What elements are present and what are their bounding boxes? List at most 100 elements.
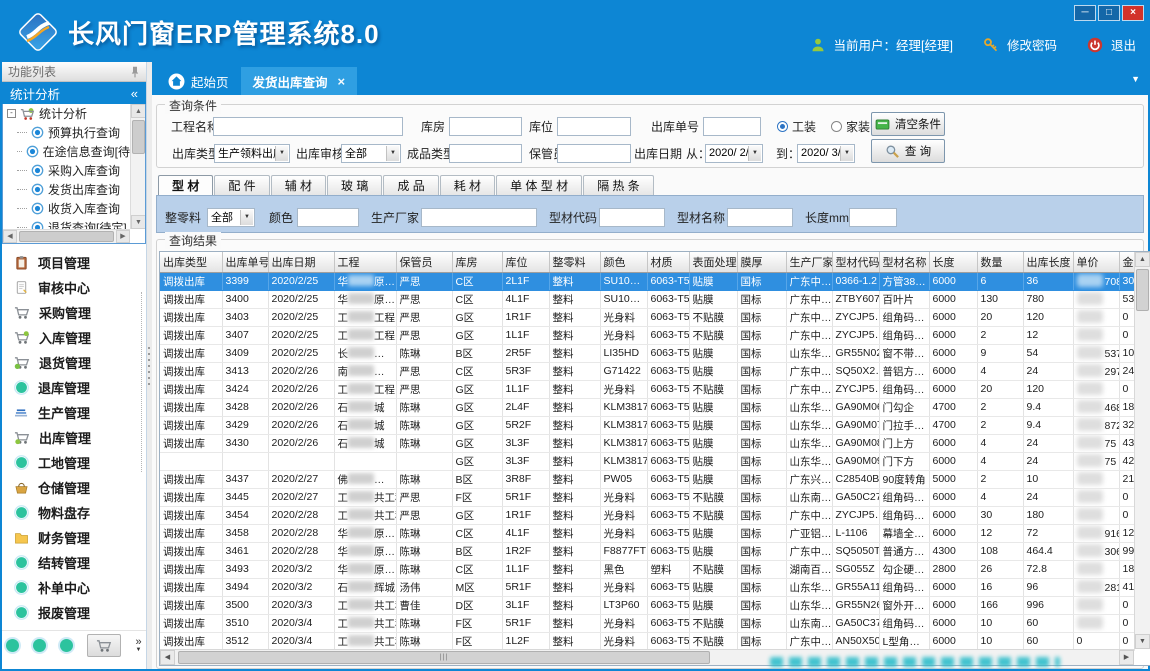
profile-code-input[interactable] [599, 208, 665, 227]
table-row[interactable]: 调拨出库33992020/2/25华原…严思C区2L1F整料SU10…6063-… [160, 272, 1134, 290]
cell[interactable]: 国标 [737, 290, 786, 308]
cell[interactable]: 曹佳 [396, 596, 452, 614]
cell[interactable]: 4700 [929, 398, 977, 416]
cell[interactable]: 国标 [737, 326, 786, 344]
cell[interactable]: 6063-T5 [647, 398, 689, 416]
column-header[interactable]: 出库单号 [222, 252, 268, 272]
cell[interactable]: 2020/2/28 [268, 542, 334, 560]
cell[interactable]: 贴膜 [689, 578, 737, 596]
cell[interactable]: 国标 [737, 596, 786, 614]
cell[interactable]: 整料 [549, 488, 600, 506]
cell[interactable]: 2020/2/27 [268, 488, 334, 506]
project-name-input[interactable] [213, 117, 403, 136]
cell[interactable]: 广东中… [786, 506, 832, 524]
sidebar-module-cart-return[interactable]: 退货管理 [2, 350, 140, 375]
cell[interactable]: 6063-T5 [647, 362, 689, 380]
cell[interactable] [222, 452, 268, 470]
cell[interactable]: 门勾企 [879, 398, 929, 416]
clear-conditions-button[interactable]: 清空条件 [871, 112, 945, 136]
cell[interactable]: 国标 [737, 272, 786, 290]
cell[interactable]: 60 [1023, 632, 1073, 650]
scroll-up-icon[interactable]: ▲ [131, 104, 146, 118]
cell[interactable]: 439 [1119, 434, 1134, 452]
cell[interactable]: 湖南百… [786, 560, 832, 578]
scroll-thumb[interactable]: ||| [178, 651, 710, 664]
cell[interactable]: 2020/3/4 [268, 614, 334, 632]
cell[interactable]: 6063-T5 [647, 344, 689, 362]
cell[interactable]: 872 [1073, 416, 1119, 434]
material-tab-5[interactable]: 耗 材 [440, 175, 495, 195]
cell[interactable] [334, 452, 396, 470]
cell[interactable]: 贴膜 [689, 542, 737, 560]
cell[interactable]: 不贴膜 [689, 488, 737, 506]
search-button[interactable]: 查 询 [871, 139, 945, 163]
cell[interactable]: C区 [452, 560, 502, 578]
cell[interactable]: 华原… [334, 290, 396, 308]
cell[interactable]: 陈琳 [396, 542, 452, 560]
cell[interactable]: 国标 [737, 506, 786, 524]
cell[interactable]: 工工程 [334, 380, 396, 398]
pin-icon[interactable] [130, 66, 140, 78]
cell[interactable]: 3445 [222, 488, 268, 506]
cell[interactable]: 3424 [222, 380, 268, 398]
cell[interactable]: PW05 [600, 470, 647, 488]
cell[interactable]: 山东华… [786, 344, 832, 362]
cell[interactable]: 贴膜 [689, 452, 737, 470]
cell[interactable]: 国标 [737, 524, 786, 542]
cell[interactable]: 30 [977, 506, 1023, 524]
cell[interactable]: 10 [1023, 470, 1073, 488]
cell[interactable]: 6000 [929, 578, 977, 596]
cell[interactable]: 普通方… [879, 542, 929, 560]
cell[interactable]: 1L2F [502, 632, 549, 650]
cell[interactable]: 537 [1073, 344, 1119, 362]
cell[interactable]: 调拨出库 [160, 560, 222, 578]
cell[interactable]: 3400 [222, 290, 268, 308]
cell[interactable]: AN50X50X2 [832, 632, 879, 650]
cell[interactable]: 9.4 [1023, 416, 1073, 434]
cell[interactable]: 2020/2/26 [268, 398, 334, 416]
cell[interactable]: 3461 [222, 542, 268, 560]
cell[interactable]: 0 [1119, 308, 1134, 326]
cell[interactable]: 24 [1023, 434, 1073, 452]
cell[interactable]: 调拨出库 [160, 488, 222, 506]
cell[interactable]: 工共工程 [334, 632, 396, 650]
cell[interactable]: 1R1F [502, 506, 549, 524]
cell[interactable]: 贴膜 [689, 362, 737, 380]
cell[interactable]: 黑色 [600, 560, 647, 578]
cell[interactable]: 光身料 [600, 308, 647, 326]
cell[interactable]: 光身料 [600, 578, 647, 596]
cell[interactable]: 长… [334, 344, 396, 362]
cell[interactable]: 6063-T5 [647, 272, 689, 290]
cell[interactable]: 整料 [549, 398, 600, 416]
cell[interactable]: 780 [1023, 290, 1073, 308]
scroll-down-icon[interactable]: ▼ [1135, 634, 1150, 649]
cell[interactable]: 0 [1119, 632, 1134, 650]
cell[interactable]: 国标 [737, 416, 786, 434]
cell[interactable]: 216 [1119, 470, 1134, 488]
minimize-button[interactable]: ─ [1074, 5, 1096, 21]
sidebar-module-cart-out[interactable]: 出库管理 [2, 425, 140, 450]
cell[interactable]: 贴膜 [689, 398, 737, 416]
cell[interactable]: 3409 [222, 344, 268, 362]
cell[interactable]: 调拨出库 [160, 416, 222, 434]
cell[interactable]: GA90M09… [832, 452, 879, 470]
cell[interactable]: 2 [977, 326, 1023, 344]
cell[interactable]: SG055Z [832, 560, 879, 578]
table-row[interactable]: 调拨出库35102020/3/4工共工程陈琳F区5R1F整料光身料6063-T5… [160, 614, 1134, 632]
cell[interactable]: GR55N26 [832, 596, 879, 614]
cell[interactable]: 广东中… [786, 542, 832, 560]
keeper-input[interactable] [557, 144, 631, 163]
tree-item[interactable]: 在途信息查询[待 [3, 142, 130, 161]
cell[interactable]: 石城 [334, 434, 396, 452]
cell[interactable]: 山东华… [786, 452, 832, 470]
cell[interactable]: 0 [1119, 380, 1134, 398]
cell[interactable]: 916 [1073, 524, 1119, 542]
cell[interactable]: ZYCJP5… [832, 326, 879, 344]
cell[interactable]: GA90M08… [832, 434, 879, 452]
cell[interactable]: 整料 [549, 524, 600, 542]
cell[interactable]: 调拨出库 [160, 362, 222, 380]
cell[interactable]: 6000 [929, 506, 977, 524]
cell[interactable]: 6063-T5 [647, 434, 689, 452]
cell[interactable]: KLM3817 [600, 452, 647, 470]
material-tab-6[interactable]: 单 体 型 材 [496, 175, 582, 195]
